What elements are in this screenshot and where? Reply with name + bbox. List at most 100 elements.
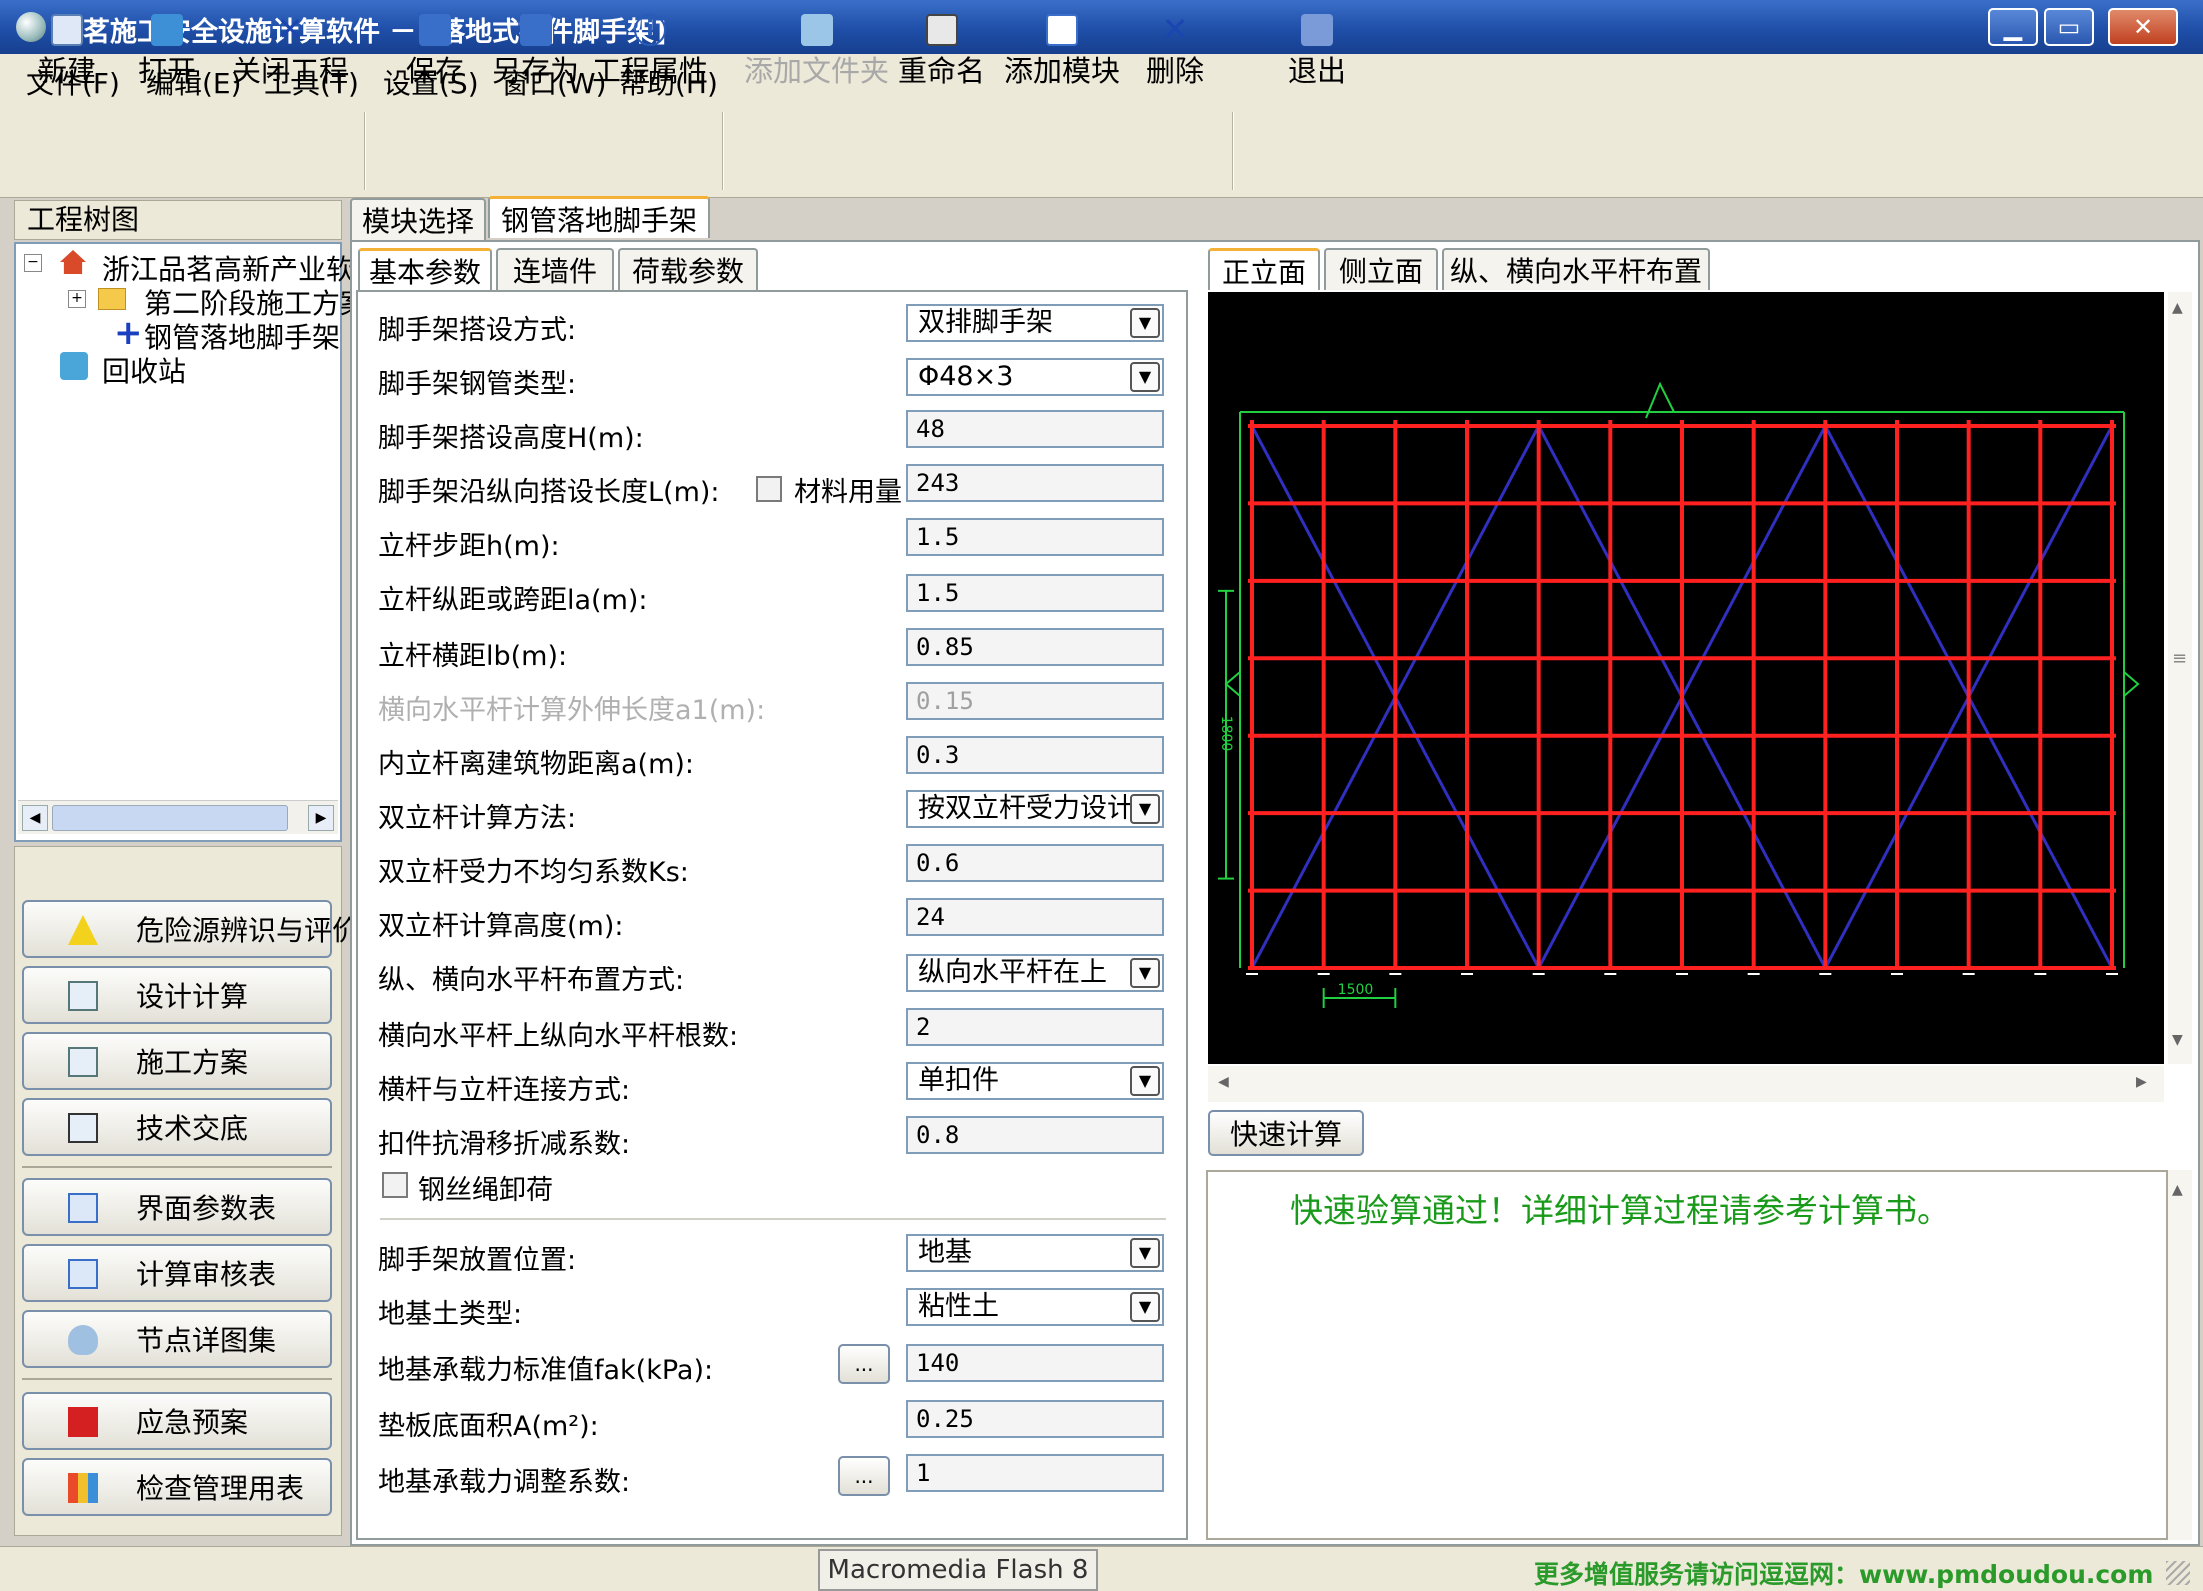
ks-input[interactable]: 0.6 bbox=[906, 844, 1164, 882]
tab-bar-layout[interactable]: 纵、横向水平杆布置 bbox=[1442, 248, 1710, 290]
fak-input[interactable]: 140 bbox=[906, 1344, 1164, 1382]
erect-mode-select[interactable]: 双排脚手架 ▼ bbox=[906, 304, 1164, 342]
promo-link[interactable]: 更多增值服务请访问逗逗网：www.pmdoudou.com bbox=[1534, 1555, 2153, 1591]
quick-calc-button[interactable]: 快速计算 bbox=[1208, 1110, 1364, 1156]
chevron-down-icon[interactable]: ▼ bbox=[1130, 362, 1160, 392]
connect-select[interactable]: 单扣件 ▼ bbox=[906, 1062, 1164, 1100]
inspection-button[interactable]: 检查管理用表 bbox=[22, 1458, 332, 1516]
open-button[interactable]: 打开 bbox=[138, 14, 196, 94]
scroll-up-icon[interactable]: ▲ bbox=[2172, 1182, 2183, 1198]
scroll-right-icon[interactable]: ▶ bbox=[2136, 1074, 2147, 1090]
close-button[interactable]: ✕ bbox=[2108, 8, 2178, 46]
exit-button[interactable]: 退出 bbox=[1288, 14, 1346, 94]
adjust-browse-button[interactable]: ... bbox=[838, 1456, 890, 1496]
base-pos-select[interactable]: 地基 ▼ bbox=[906, 1234, 1164, 1272]
chevron-down-icon[interactable]: ▼ bbox=[1130, 308, 1160, 338]
chevron-down-icon[interactable]: ▼ bbox=[1130, 958, 1160, 988]
expand-icon[interactable]: + bbox=[68, 290, 86, 308]
double-method-select[interactable]: 按双立杆受力设计 ▼ bbox=[906, 790, 1164, 828]
design-calc-button[interactable]: 设计计算 bbox=[22, 966, 332, 1024]
project-tree: − 浙江品茗高新产业软件 + 第二阶段施工方案 + 钢管落地脚手架 回收站 ◀ … bbox=[14, 242, 382, 842]
inner-dist-input[interactable]: 0.3 bbox=[906, 736, 1164, 774]
scroll-grip-icon[interactable]: ≡ bbox=[2172, 648, 2187, 669]
tab-steel-scaffold[interactable]: 钢管落地脚手架 bbox=[488, 196, 710, 238]
double-height-label: 双立杆计算高度(m): bbox=[378, 911, 624, 942]
tab-side-elevation[interactable]: 侧立面 bbox=[1324, 248, 1438, 290]
connect-value: 单扣件 bbox=[918, 1065, 999, 1096]
bar-layout-select[interactable]: 纵向水平杆在上 ▼ bbox=[906, 954, 1164, 992]
chevron-down-icon[interactable]: ▼ bbox=[1130, 1292, 1160, 1322]
erect-mode-value: 双排脚手架 bbox=[918, 307, 1053, 338]
add-folder-button[interactable]: 添加文件夹 bbox=[744, 14, 889, 94]
home-icon bbox=[60, 250, 86, 274]
overhang-input[interactable]: 0.15 bbox=[906, 682, 1164, 720]
rename-label: 重命名 bbox=[898, 54, 986, 88]
drawing-vertical-scrollbar[interactable]: ▲ ≡ ▼ bbox=[2168, 292, 2192, 1064]
wire-rope-checkbox[interactable] bbox=[382, 1172, 408, 1198]
delete-button[interactable]: ✕ 删除 bbox=[1146, 13, 1204, 94]
scroll-left-icon[interactable]: ◀ bbox=[22, 805, 48, 831]
length-input[interactable]: 243 bbox=[906, 464, 1164, 502]
material-checkbox[interactable] bbox=[756, 476, 782, 502]
double-height-input[interactable]: 24 bbox=[906, 898, 1164, 936]
plan-doc-icon bbox=[68, 1047, 98, 1077]
scroll-left-icon[interactable]: ◀ bbox=[1218, 1074, 1229, 1090]
chevron-down-icon[interactable]: ▼ bbox=[1130, 1238, 1160, 1268]
tab-module-select[interactable]: 模块选择 bbox=[350, 198, 486, 240]
save-as-button[interactable]: 另存为 bbox=[492, 14, 579, 94]
scroll-down-icon[interactable]: ▼ bbox=[2172, 1032, 2183, 1048]
toolbar-separator bbox=[722, 112, 724, 190]
add-module-button[interactable]: 添加模块 bbox=[1004, 14, 1120, 94]
save-label: 保存 bbox=[406, 54, 465, 88]
tree-item-recycle[interactable]: 回收站 bbox=[102, 350, 186, 390]
rename-button[interactable]: 重命名 bbox=[898, 14, 985, 94]
elevation-drawing[interactable]: 1800 1500 bbox=[1208, 292, 2164, 1064]
slip-input[interactable]: 0.8 bbox=[906, 1116, 1164, 1154]
result-scrollbar[interactable]: ▲ bbox=[2168, 1170, 2192, 1540]
step-label: 立杆步距h(m): bbox=[378, 531, 560, 562]
tree-horizontal-scrollbar[interactable]: ◀ ▶ bbox=[18, 800, 338, 834]
minimize-button[interactable]: ▁ bbox=[1988, 8, 2038, 46]
briefing-button[interactable]: 技术交底 bbox=[22, 1098, 332, 1156]
param-table-button[interactable]: 界面参数表 bbox=[22, 1178, 332, 1236]
add-module-label: 添加模块 bbox=[1004, 54, 1121, 88]
scroll-thumb[interactable] bbox=[52, 805, 288, 831]
flash-badge: Macromedia Flash 8 bbox=[818, 1549, 1098, 1591]
trans-spacing-input[interactable]: 0.85 bbox=[906, 628, 1164, 666]
tab-basic-params[interactable]: 基本参数 bbox=[358, 248, 492, 290]
chevron-down-icon[interactable]: ▼ bbox=[1130, 794, 1160, 824]
long-spacing-input[interactable]: 1.5 bbox=[906, 574, 1164, 612]
bar-count-input[interactable]: 2 bbox=[906, 1008, 1164, 1046]
height-label: 脚手架搭设高度H(m): bbox=[378, 423, 644, 454]
tab-wall-ties[interactable]: 连墙件 bbox=[496, 248, 614, 290]
tab-load-params[interactable]: 荷载参数 bbox=[618, 248, 758, 290]
review-table-button[interactable]: 计算审核表 bbox=[22, 1244, 332, 1302]
hazard-button[interactable]: 危险源辨识与评价 bbox=[22, 900, 360, 958]
calc-sheet-icon bbox=[68, 981, 98, 1011]
save-button[interactable]: 保存 bbox=[406, 14, 464, 94]
maximize-button[interactable]: ▭ bbox=[2044, 8, 2094, 46]
collapse-icon[interactable]: − bbox=[24, 254, 42, 272]
height-input[interactable]: 48 bbox=[906, 410, 1164, 448]
scroll-up-icon[interactable]: ▲ bbox=[2172, 300, 2183, 316]
node-detail-button[interactable]: 节点详图集 bbox=[22, 1310, 332, 1368]
plate-input[interactable]: 0.25 bbox=[906, 1400, 1164, 1438]
scroll-right-icon[interactable]: ▶ bbox=[308, 805, 334, 831]
emergency-button[interactable]: 应急预案 bbox=[22, 1392, 332, 1450]
plan-button[interactable]: 施工方案 bbox=[22, 1032, 332, 1090]
toolbar bbox=[0, 102, 2203, 198]
tab-front-elevation[interactable]: 正立面 bbox=[1208, 248, 1320, 290]
warning-icon bbox=[68, 915, 98, 945]
fak-browse-button[interactable]: ... bbox=[838, 1344, 890, 1384]
step-input[interactable]: 1.5 bbox=[906, 518, 1164, 556]
chevron-down-icon[interactable]: ▼ bbox=[1130, 1066, 1160, 1096]
recycle-bin-icon bbox=[60, 352, 88, 380]
soil-select[interactable]: 粘性土 ▼ bbox=[906, 1288, 1164, 1326]
new-button[interactable]: 新建 bbox=[38, 14, 96, 94]
tube-type-select[interactable]: Φ48×3 ▼ bbox=[906, 358, 1164, 396]
close-project-button[interactable]: ✕ 关闭工程 bbox=[232, 13, 348, 94]
adjust-input[interactable]: 1 bbox=[906, 1454, 1164, 1492]
project-props-button[interactable]: i 工程属性 bbox=[592, 14, 708, 94]
resize-grip-icon[interactable] bbox=[2166, 1561, 2190, 1585]
drawing-horizontal-scrollbar[interactable]: ◀ ▶ bbox=[1208, 1066, 2164, 1102]
